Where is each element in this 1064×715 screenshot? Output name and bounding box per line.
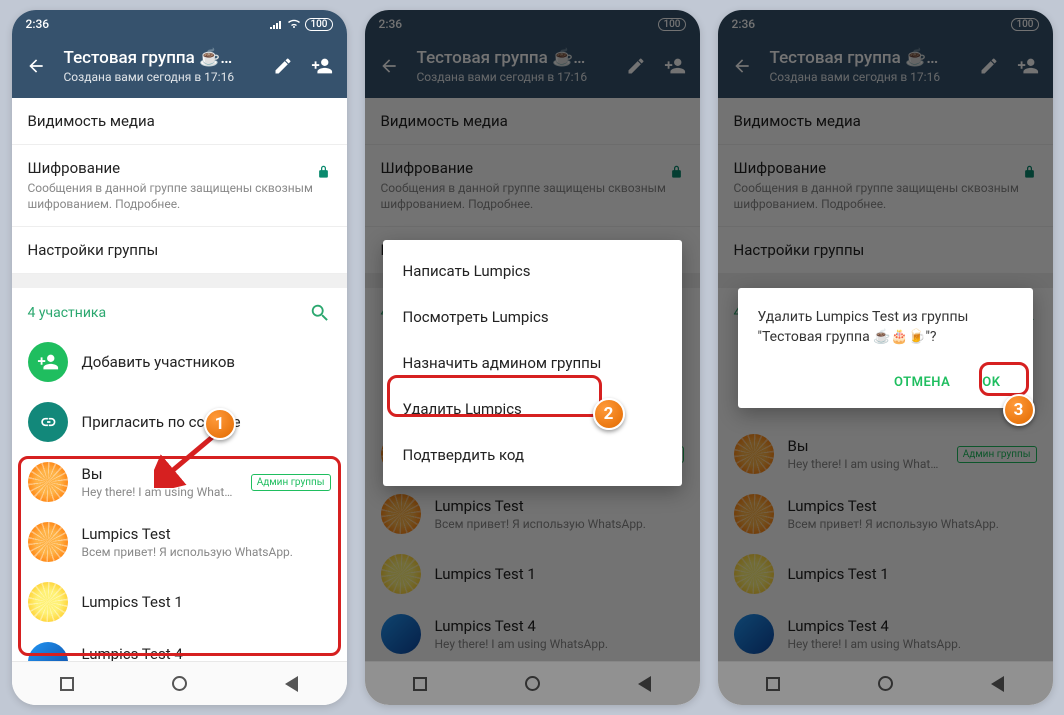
phone-screen-2: 2:36100 Тестовая группа ☕…Создана вами с… [365,10,700,705]
participant-you[interactable]: Вы Hey there! I am using WhatsApp. Админ… [12,452,347,512]
nav-bar [12,661,347,705]
group-title: Тестовая группа ☕… [64,48,255,68]
lock-icon [316,163,331,181]
participants-header: 4 участника [12,288,347,332]
back-icon[interactable] [26,56,46,76]
avatar [28,522,68,562]
nav-home[interactable] [172,676,187,691]
menu-delete[interactable]: Удалить Lumpics [383,386,682,432]
invite-link-row[interactable]: Пригласить по ссылке [12,392,347,452]
link-icon [28,402,68,442]
wifi-icon [287,19,301,29]
encryption-row[interactable]: Шифрование Сообщения в данной группе защ… [12,145,347,227]
step-badge-1: 1 [204,408,236,440]
content-area: Видимость медиа Шифрование Сообщения в д… [12,98,347,661]
add-participants-row[interactable]: Добавить участников [12,332,347,392]
nav-back[interactable] [285,676,298,692]
admin-badge: Админ группы [251,474,331,491]
menu-view[interactable]: Посмотреть Lumpics [383,294,682,340]
add-icon [28,342,68,382]
status-bar: 2:36 100 [12,10,347,38]
group-settings-row[interactable]: Настройки группы [12,227,347,274]
participant-lumpics-test[interactable]: Lumpics Test Всем привет! Я использую Wh… [12,512,347,572]
avatar [28,462,68,502]
avatar [28,582,68,622]
battery-icon: 100 [305,18,332,31]
edit-icon[interactable] [273,56,293,76]
phone-screen-1: 2:36 100 Тестовая группа ☕… Создана вами… [12,10,347,705]
app-header: Тестовая группа ☕… Создана вами сегодня … [12,38,347,98]
phone-screen-3: 2:36100 Тестовая группа ☕…Создана вами с… [718,10,1053,705]
search-icon[interactable] [309,302,331,324]
step-badge-2: 2 [593,398,625,430]
context-menu: Написать Lumpics Посмотреть Lumpics Назн… [383,240,682,486]
signal-icon [269,19,283,29]
participant-lumpics-test-4[interactable]: Lumpics Test 4 Hey there! I am using Wha… [12,632,347,661]
participant-lumpics-test-1[interactable]: Lumpics Test 1 [12,572,347,632]
confirm-dialog: Удалить Lumpics Test из группы "Тестовая… [738,288,1033,408]
menu-make-admin[interactable]: Назначить админом группы [383,340,682,386]
add-member-icon[interactable] [311,55,333,77]
menu-verify-code[interactable]: Подтвердить код [383,432,682,478]
group-subtitle: Создана вами сегодня в 17:16 [64,70,255,84]
dialog-message: Удалить Lumpics Test из группы "Тестовая… [758,308,1013,347]
step-badge-3: 3 [1003,394,1035,426]
status-time: 2:36 [26,17,50,31]
status-icons: 100 [269,18,332,31]
participants-count: 4 участника [28,305,107,321]
avatar [28,642,68,661]
cancel-button[interactable]: ОТМЕНА [882,367,962,398]
media-visibility-row[interactable]: Видимость медиа [12,98,347,145]
menu-message[interactable]: Написать Lumpics [383,248,682,294]
ok-button[interactable]: OK [970,367,1012,398]
nav-recent[interactable] [60,677,74,691]
